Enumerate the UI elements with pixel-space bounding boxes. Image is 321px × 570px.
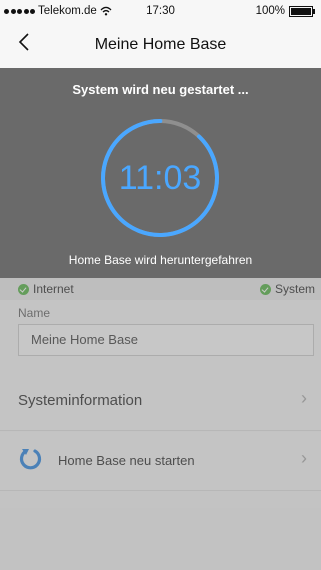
status-bar: Telekom.de 17:30 100% — [0, 0, 321, 22]
battery-info: 100% — [255, 5, 315, 17]
restart-overlay: System wird neu gestartet ... 11:03 Home… — [0, 68, 321, 278]
page-title: Meine Home Base — [94, 36, 227, 53]
battery-percent: 100% — [255, 5, 285, 17]
countdown-timer: 11:03 — [118, 159, 202, 197]
battery-icon — [289, 5, 315, 17]
navigation-bar: Meine Home Base — [0, 22, 321, 68]
overlay-subtitle: Home Base wird heruntergefahren — [68, 253, 253, 267]
overlay-title: System wird neu gestartet ... — [72, 82, 249, 97]
